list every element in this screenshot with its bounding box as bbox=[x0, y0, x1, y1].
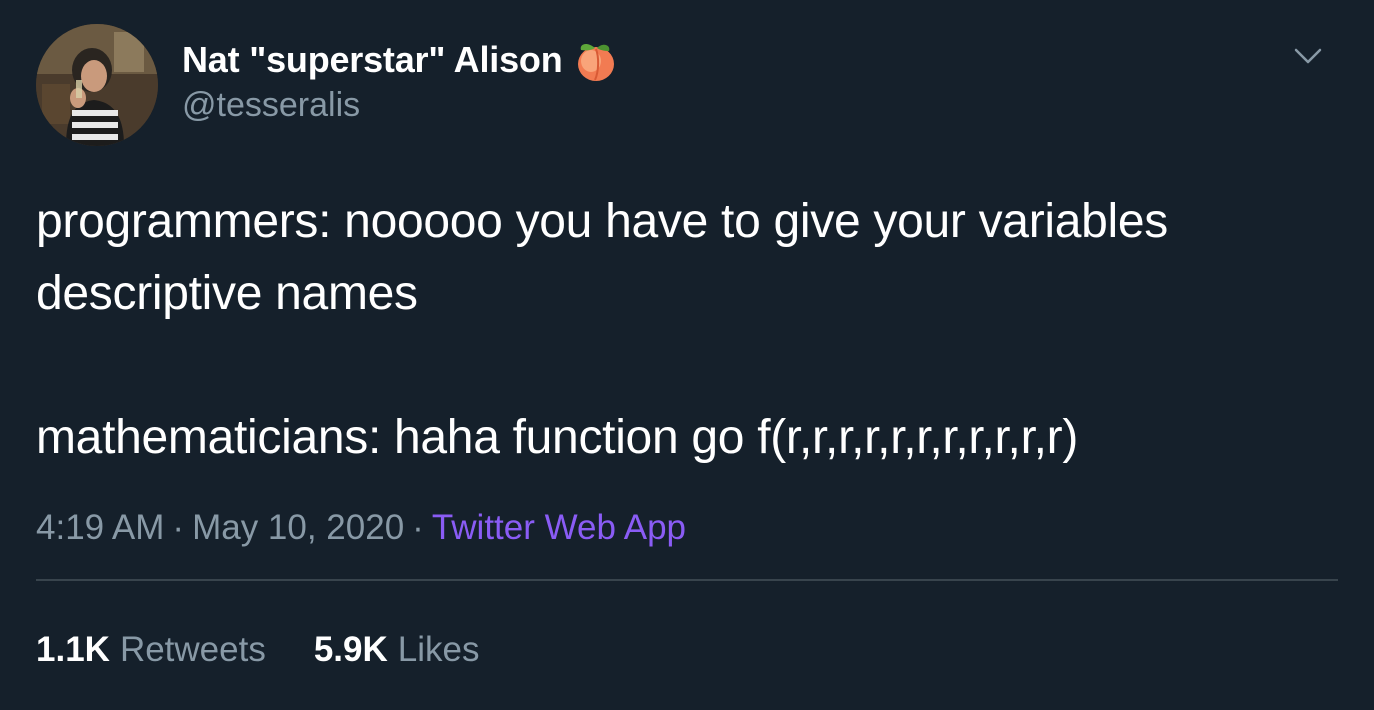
author-block: Nat "superstar" Alison @tesseralis bbox=[182, 38, 619, 125]
display-name[interactable]: Nat "superstar" Alison bbox=[182, 39, 563, 81]
tweet-text: programmers: nooooo you have to give you… bbox=[36, 186, 1346, 474]
tweet-text-line-1: programmers: nooooo you have to give you… bbox=[36, 195, 1168, 248]
tweet-date[interactable]: May 10, 2020 bbox=[192, 508, 404, 547]
avatar[interactable] bbox=[36, 24, 158, 146]
tweet-header: Nat "superstar" Alison @tesseralis bbox=[36, 24, 1336, 148]
tweet-text-line-2: descriptive names bbox=[36, 267, 418, 320]
tweet-source-link[interactable]: Twitter Web App bbox=[432, 508, 686, 547]
likes-label: Likes bbox=[397, 630, 480, 669]
author-handle[interactable]: @tesseralis bbox=[182, 86, 619, 125]
meta-separator: · bbox=[172, 508, 185, 547]
tweet: Nat "superstar" Alison @tesseralis progr… bbox=[0, 0, 1374, 710]
likes-count: 5.9K bbox=[313, 630, 388, 669]
retweets-label: Retweets bbox=[119, 630, 266, 669]
peach-icon bbox=[577, 43, 614, 81]
tweet-time[interactable]: 4:19 AM bbox=[36, 508, 164, 547]
tweet-meta: 4:19 AM · May 10, 2020 · Twitter Web App bbox=[36, 508, 686, 548]
display-name-row: Nat "superstar" Alison bbox=[182, 38, 619, 82]
meta-separator: · bbox=[412, 508, 424, 547]
tweet-text-line-3: mathematicians: haha function go f(r,r,r… bbox=[36, 411, 1079, 464]
likes-stat[interactable]: 5.9K Likes bbox=[314, 630, 480, 670]
chevron-down-icon[interactable] bbox=[1290, 38, 1326, 74]
avatar-photo bbox=[36, 24, 158, 146]
retweets-stat[interactable]: 1.1K Retweets bbox=[36, 630, 266, 670]
tweet-stats: 1.1K Retweets 5.9K Likes bbox=[36, 630, 480, 670]
divider bbox=[36, 579, 1338, 581]
retweets-count: 1.1K bbox=[36, 630, 110, 669]
